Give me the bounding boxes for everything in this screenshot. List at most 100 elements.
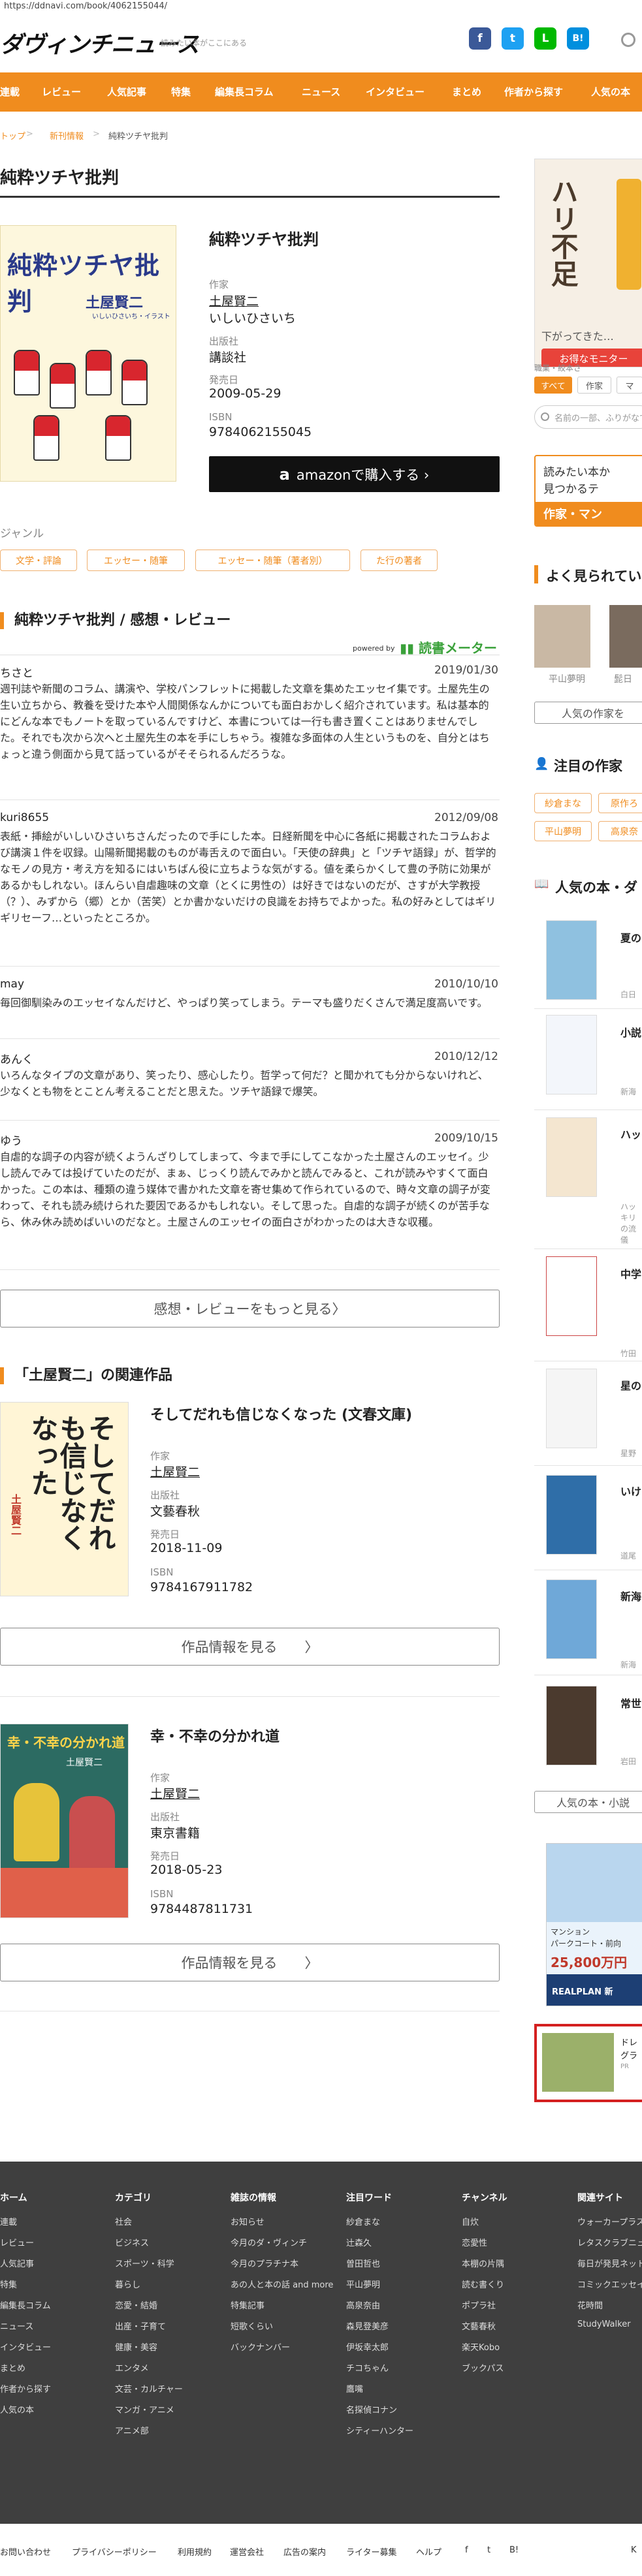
rank-book-cover[interactable] (546, 1475, 597, 1555)
rank-book-title[interactable]: 中学 (620, 1265, 641, 1281)
footer-link[interactable]: 社会 (115, 2215, 132, 2227)
work-info-button[interactable]: 作品情報を見る 〉 (0, 1944, 500, 1981)
footer-link[interactable]: 今月のダ・ヴィンチ (231, 2236, 307, 2248)
author-photo[interactable] (534, 605, 590, 668)
author-name[interactable]: 平山夢明 (549, 672, 585, 685)
review-user[interactable]: あんく (0, 1050, 33, 1066)
footer-link[interactable]: 恋愛・結婚 (115, 2299, 157, 2311)
bottom-link-help[interactable]: ヘルプ (416, 2545, 441, 2558)
related-title[interactable]: そしてだれも信じなくなった (文春文庫) (150, 1403, 412, 1424)
footer-link[interactable]: 辻森久 (346, 2236, 372, 2248)
footer-link[interactable]: 名探偵コナン (346, 2403, 397, 2415)
footer-link[interactable]: 鷹嘴 (346, 2382, 363, 2395)
footer-link[interactable]: 特集記事 (231, 2299, 265, 2311)
rank-book-cover[interactable] (546, 1117, 597, 1197)
footer-link[interactable]: アニメ部 (115, 2424, 149, 2436)
author-link[interactable]: 土屋賢二 (150, 1463, 200, 1480)
rank-book-cover[interactable] (546, 920, 597, 1000)
breadcrumb-home[interactable]: トップ (0, 129, 25, 142)
footer-link[interactable]: レタスクラブニュース (577, 2236, 642, 2248)
footer-link[interactable]: 高泉奈由 (346, 2299, 380, 2311)
author-tab-all[interactable]: すべて (534, 377, 572, 394)
rank-book-title[interactable]: 常世 (620, 1695, 641, 1711)
footer-link[interactable]: StudyWalker (577, 2320, 631, 2329)
amazon-buy-button[interactable]: a amazonで購入する › (209, 456, 500, 492)
footer-link[interactable]: コミックエッセイ劇場 (577, 2278, 642, 2290)
author-photo[interactable] (609, 605, 642, 668)
rank-book-title[interactable]: 新海 (620, 1588, 641, 1604)
footer-link[interactable]: マンガ・アニメ (115, 2403, 174, 2415)
facebook-icon[interactable]: f (469, 27, 491, 50)
rank-book-title[interactable]: いけ (620, 1483, 641, 1498)
footer-link[interactable]: 毎日が発見ネット (577, 2257, 642, 2269)
bottom-link-company[interactable]: 運営会社 (230, 2545, 264, 2558)
genre-tag[interactable]: た行の著者 (361, 550, 438, 571)
review-user[interactable]: may (0, 978, 24, 991)
footer-link[interactable]: ブックパス (462, 2361, 504, 2374)
line-icon[interactable]: L (534, 27, 556, 50)
nav-item-news[interactable]: ニュース (302, 85, 340, 99)
ranking-more-button[interactable]: 人気の本・小説 (534, 1791, 642, 1813)
sidebar-ad-cosmetics[interactable]: ハリ不足 下がってきた… お得なモニター (534, 159, 642, 367)
bottom-link-ads[interactable]: 広告の案内 (283, 2545, 326, 2558)
sidebar-ad-realestate[interactable]: マンション パークコート・前向 25,800万円 REALPLAN 新 (546, 1843, 642, 2006)
footer-column-heading[interactable]: 関連サイト (577, 2191, 623, 2204)
rank-book-cover[interactable] (546, 1015, 597, 1094)
footer-link[interactable]: 花時間 (577, 2299, 603, 2311)
footer-link[interactable]: まとめ (0, 2361, 25, 2374)
more-reviews-button[interactable]: 感想・レビューをもっと見る〉 (0, 1290, 500, 1327)
footer-link[interactable]: 本棚の片隅 (462, 2257, 504, 2269)
nav-item-feature[interactable]: 特集 (171, 85, 191, 99)
nav-item-interview[interactable]: インタビュー (366, 85, 425, 99)
footer-link[interactable]: 楽天Kobo (462, 2340, 500, 2353)
footer-link[interactable]: 人気記事 (0, 2257, 34, 2269)
notable-author-tag[interactable]: 高泉奈 (598, 821, 642, 841)
footer-link[interactable]: あの人と本の話 and more (231, 2278, 333, 2290)
nav-item-popular-books[interactable]: 人気の本 (591, 85, 630, 99)
footer-link[interactable]: 読む書くり (462, 2278, 504, 2290)
footer-column-heading[interactable]: 注目ワード (346, 2191, 392, 2204)
author-link[interactable]: 土屋賢二 (209, 292, 259, 309)
review-user[interactable]: ちさと (0, 664, 33, 680)
footer-link[interactable]: レビュー (0, 2236, 34, 2248)
rank-book-cover[interactable] (546, 1369, 597, 1448)
footer-column-heading[interactable]: チャンネル (462, 2191, 507, 2204)
footer-link[interactable]: シティーハンター (346, 2424, 413, 2436)
bottom-link-writer-recruit[interactable]: ライター募集 (346, 2545, 396, 2558)
footer-link[interactable]: 人気の本 (0, 2403, 34, 2415)
bottom-link-privacy[interactable]: プライバシーポリシー (72, 2545, 157, 2558)
footer-link[interactable]: 特集 (0, 2278, 17, 2290)
genre-tag[interactable]: 文学・評論 (0, 550, 77, 571)
notable-author-tag[interactable]: 原作ろ (598, 793, 642, 813)
footer-link[interactable]: ポプラ社 (462, 2299, 496, 2311)
author-search-banner[interactable]: 読みたい本か 見つかるテ 作家・マン (534, 455, 642, 527)
author-name[interactable]: 髭日 (614, 672, 632, 685)
kakuyomu-icon[interactable]: K (631, 2545, 637, 2555)
rank-book-title[interactable]: 夏の (620, 929, 641, 945)
nav-item-review[interactable]: レビュー (42, 85, 81, 99)
review-user[interactable]: ゆう (0, 1132, 22, 1148)
nav-item-editor-column[interactable]: 編集長コラム (215, 85, 274, 99)
footer-link[interactable]: 文藝春秋 (462, 2320, 496, 2332)
footer-link[interactable]: ニュース (0, 2320, 33, 2332)
hatena-icon[interactable]: B! (509, 2545, 519, 2555)
hatena-icon[interactable]: B! (567, 27, 589, 50)
bottom-link-terms[interactable]: 利用規約 (178, 2545, 212, 2558)
notable-author-tag[interactable]: 平山夢明 (534, 821, 592, 841)
author-search-input[interactable]: 名前の一部、ふりがなで (534, 405, 642, 429)
footer-link[interactable]: 曽田哲也 (346, 2257, 380, 2269)
footer-link[interactable]: 編集長コラム (0, 2299, 51, 2311)
rank-book-title[interactable]: ハッ (620, 1126, 641, 1141)
footer-link[interactable]: 紗倉まな (346, 2215, 380, 2227)
popular-authors-button[interactable]: 人気の作家を (534, 702, 642, 724)
rank-book-cover[interactable] (546, 1256, 597, 1336)
nav-item-matome[interactable]: まとめ (452, 85, 481, 99)
footer-link[interactable]: ビジネス (115, 2236, 149, 2248)
search-icon[interactable] (621, 33, 635, 47)
footer-link[interactable]: ウォーカープラス (577, 2215, 642, 2227)
footer-link[interactable]: 連載 (0, 2215, 17, 2227)
rank-book-title[interactable]: 星の (620, 1377, 641, 1393)
footer-link[interactable]: 恋愛性 (462, 2236, 487, 2248)
footer-link[interactable]: 平山夢明 (346, 2278, 380, 2290)
nav-item-popular[interactable]: 人気記事 (107, 85, 146, 99)
